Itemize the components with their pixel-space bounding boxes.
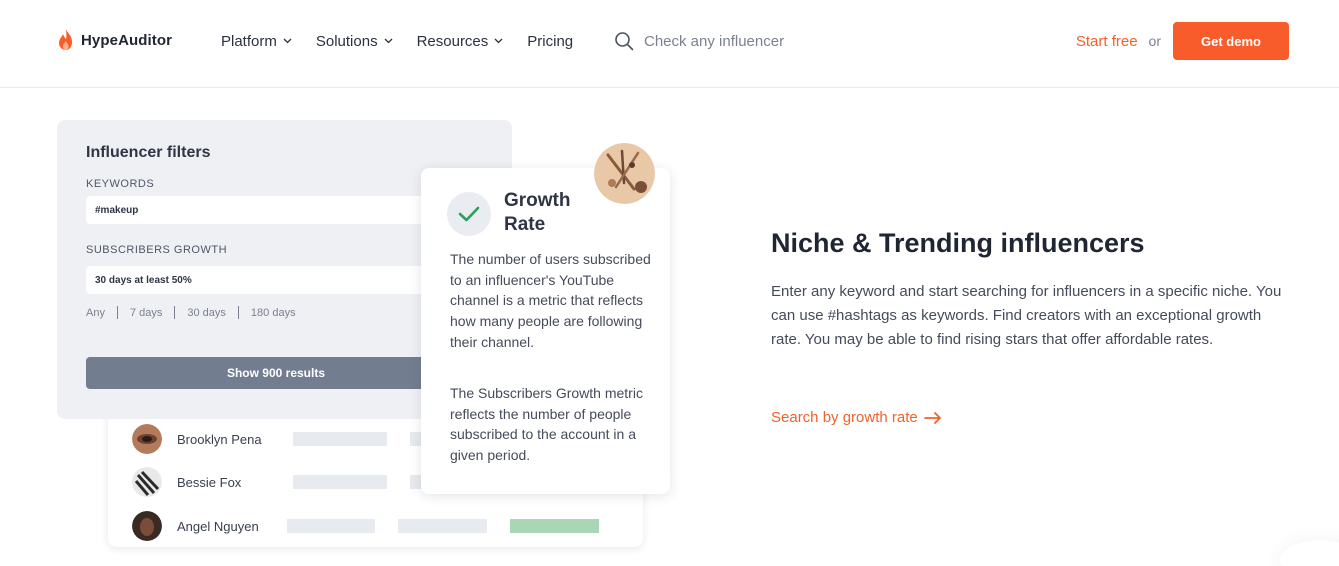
period-any[interactable]: Any [86,307,105,319]
header-cta: Start free or Get demo [1076,22,1289,60]
feature-title: Niche & Trending influencers [771,228,1145,258]
logo-text: HypeAuditor [81,31,173,49]
get-demo-button[interactable]: Get demo [1173,22,1289,60]
metric-bar [286,519,376,533]
avatar [132,424,162,454]
chevron-down-icon [384,38,393,44]
check-icon [458,206,480,222]
influencer-name: Bessie Fox [177,474,242,490]
influencer-name: Angel Nguyen [177,518,259,534]
feature-description: Enter any keyword and start searching fo… [771,283,1282,348]
period-30-days[interactable]: 30 days [187,307,226,319]
keywords-label: KEYWORDS [86,178,155,190]
search-input[interactable] [644,32,844,50]
nav-resources[interactable]: Resources [417,33,504,50]
period-180-days[interactable]: 180 days [251,307,296,319]
tooltip-title: Growth Rate [504,190,571,235]
divider [174,306,176,319]
nav-pricing-label: Pricing [527,32,574,50]
influencer-name: Brooklyn Pena [177,431,262,447]
search-icon [615,32,634,51]
start-free-link[interactable]: Start free [1076,33,1138,50]
makeup-brushes-photo [594,143,655,204]
chevron-down-icon [283,38,292,44]
growth-rate-tooltip: Growth Rate The number of users subscrib… [421,168,670,494]
chat-widget-edge[interactable] [1280,540,1339,566]
growth-bar [510,519,599,533]
list-item: Angel Nguyen [132,511,622,541]
divider [116,306,118,319]
avatar [132,467,162,497]
check-badge [447,192,491,236]
feature-link-label: Search by growth rate [771,409,918,426]
nav-pricing[interactable]: Pricing [527,33,573,50]
arrow-right-icon [923,411,941,424]
nav-solutions-label: Solutions [315,32,378,50]
or-text: or [1148,33,1161,49]
flame-icon [59,29,72,50]
chevron-down-icon [494,38,503,44]
period-7-days[interactable]: 7 days [130,307,162,319]
nav-platform-label: Platform [221,32,277,50]
subscribers-growth-label: SUBSCRIBERS GROWTH [86,244,228,256]
metric-bar [293,432,387,446]
tooltip-paragraph-2: The Subscribers Growth metric reflects t… [450,385,643,464]
influencer-search[interactable] [614,29,844,53]
logo[interactable]: HypeAuditor [56,26,172,54]
divider [237,306,239,319]
nav-solutions[interactable]: Solutions [316,33,393,50]
nav-platform[interactable]: Platform [221,33,292,50]
tooltip-paragraph-1: The number of users subscribed to an inf… [450,251,651,350]
show-results-button[interactable]: Show 900 results [86,357,466,389]
keywords-field[interactable] [86,196,466,224]
avatar [132,511,162,541]
filters-title: Influencer filters [86,144,211,161]
site-header: HypeAuditor Platform Solutions Resources… [0,0,1339,88]
subscribers-growth-field[interactable] [86,266,466,294]
period-selector: Any 7 days 30 days 180 days [86,306,296,319]
nav-resources-label: Resources [416,32,489,50]
metric-bar [293,475,387,489]
main-nav: Platform Solutions Resources Pricing [221,30,607,52]
metric-bar [398,519,488,533]
search-by-growth-rate-link[interactable]: Search by growth rate [771,409,942,426]
